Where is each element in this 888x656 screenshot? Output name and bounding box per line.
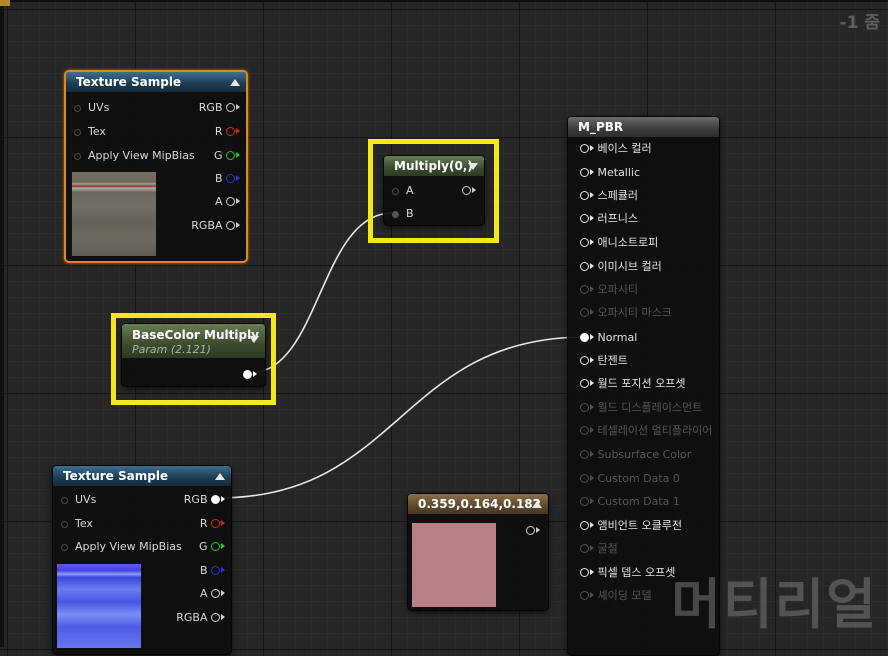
output-pin-rgba[interactable]: RGBA <box>191 219 240 233</box>
pin-specular[interactable]: 스페큘러 <box>580 188 638 204</box>
pin-emissive-color[interactable]: 이미시브 컬러 <box>580 259 662 275</box>
node-title: M_PBR <box>578 120 624 134</box>
node-header[interactable]: M_PBR <box>568 117 719 137</box>
pin-tangent[interactable]: 탄젠트 <box>580 353 628 369</box>
output-pin-a[interactable]: A <box>200 587 225 601</box>
output-pin-rgba[interactable]: RGBA <box>176 611 225 625</box>
highlight-box-multiply <box>368 139 499 243</box>
node-title: Texture Sample <box>76 75 182 89</box>
output-pin[interactable] <box>526 524 540 538</box>
highlight-box-basecolor <box>111 313 276 405</box>
node-title: Texture Sample <box>63 469 169 483</box>
watermark-text: 머티리얼 <box>671 573 878 636</box>
output-pin-g[interactable]: G <box>214 149 240 163</box>
texture-sample-node-top[interactable]: Texture Sample UVs Tex Apply View MipBia… <box>64 70 248 263</box>
output-pin-b[interactable]: B <box>215 172 240 186</box>
pin-metallic[interactable]: Metallic <box>580 165 640 181</box>
pin-world-displacement: 월드 디스플레이스먼트 <box>580 400 702 416</box>
pin-roughness[interactable]: 러프니스 <box>580 211 638 227</box>
constant3vector-node[interactable]: 0.359,0.164,0.182 <box>407 493 549 611</box>
node-header[interactable]: 0.359,0.164,0.182 <box>408 494 548 514</box>
texture-thumbnail <box>72 172 156 256</box>
output-pin-rgb[interactable]: RGB <box>184 493 225 507</box>
output-pin-a[interactable]: A <box>215 195 240 209</box>
pin-base-color[interactable]: 베이스 컬러 <box>580 141 652 157</box>
node-header[interactable]: Texture Sample <box>66 72 246 92</box>
input-pin-uvs[interactable]: UVs <box>74 101 109 115</box>
color-swatch <box>412 523 496 607</box>
output-pin-g[interactable]: G <box>199 540 225 554</box>
pin-custom-data-1: Custom Data 1 <box>580 494 680 510</box>
normal-map-thumbnail <box>57 564 141 648</box>
output-pin-r[interactable]: R <box>215 125 240 139</box>
pin-refraction: 굴절 <box>580 541 618 557</box>
pin-opacity: 오파시티 <box>580 282 638 298</box>
pin-shading-model: 셰이딩 모델 <box>580 588 652 604</box>
pin-world-position-offset[interactable]: 월드 포지션 오프셋 <box>580 376 685 392</box>
pin-normal[interactable]: Normal <box>580 330 637 346</box>
node-header[interactable]: Texture Sample <box>53 466 231 486</box>
pin-subsurface-color: Subsurface Color <box>580 447 691 463</box>
pin-custom-data-0: Custom Data 0 <box>580 471 680 487</box>
node-title: 0.359,0.164,0.182 <box>418 497 541 511</box>
collapse-arrow-icon[interactable] <box>532 501 542 508</box>
input-pin-tex[interactable]: Tex <box>61 517 93 531</box>
pin-ambient-occlusion[interactable]: 앰비언트 오클루전 <box>580 518 682 534</box>
output-pin-r[interactable]: R <box>200 517 225 531</box>
input-pin-apply-view-mipbias[interactable]: Apply View MipBias <box>74 149 195 163</box>
input-pin-tex[interactable]: Tex <box>74 125 106 139</box>
input-pin-uvs[interactable]: UVs <box>61 493 96 507</box>
pin-anisotropy[interactable]: 애니소트로피 <box>580 235 658 251</box>
texture-sample-node-bottom[interactable]: Texture Sample UVs Tex Apply View MipBia… <box>52 465 232 655</box>
input-pin-apply-view-mipbias[interactable]: Apply View MipBias <box>61 540 182 554</box>
output-pin-rgb[interactable]: RGB <box>199 101 240 115</box>
output-pin-b[interactable]: B <box>200 564 225 578</box>
collapse-arrow-icon[interactable] <box>230 79 240 86</box>
pin-tessellation-multiplier: 테셀레이션 멀티플라이어 <box>580 423 712 439</box>
pin-opacity-mask: 오파시티 마스크 <box>580 305 672 321</box>
collapse-arrow-icon[interactable] <box>215 473 225 480</box>
pin-pixel-depth-offset[interactable]: 픽셀 뎁스 오프셋 <box>580 565 675 581</box>
